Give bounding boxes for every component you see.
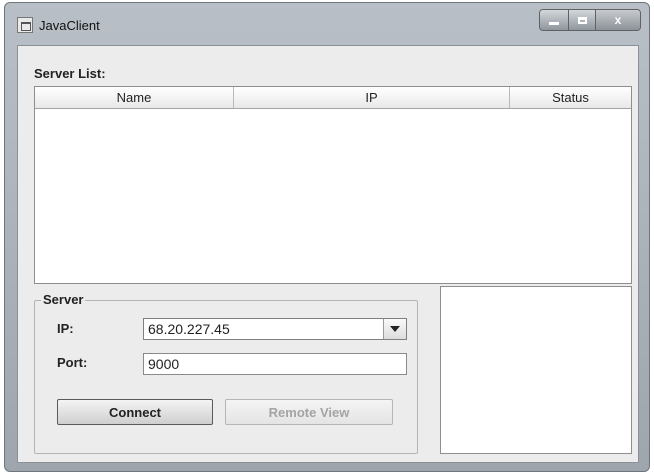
server-table[interactable]: Name IP Status [34, 86, 632, 284]
column-header-status[interactable]: Status [510, 87, 631, 108]
ip-value[interactable]: 68.20.227.45 [144, 321, 383, 337]
app-icon [17, 17, 33, 33]
chevron-down-icon [390, 326, 400, 332]
minimize-icon [549, 21, 559, 25]
remote-view-button[interactable]: Remote View [225, 399, 393, 425]
ip-dropdown-button[interactable] [383, 319, 406, 339]
close-icon: x [614, 13, 622, 27]
port-field[interactable]: 9000 [143, 353, 407, 375]
window-title: JavaClient [39, 18, 100, 33]
maximize-icon [577, 16, 587, 24]
connect-button[interactable]: Connect [57, 399, 213, 425]
ip-label: IP: [57, 321, 74, 336]
close-button[interactable]: x [596, 10, 640, 30]
server-groupbox: Server IP: 68.20.227.45 Port: 9000 Conne… [34, 292, 418, 454]
preview-panel [440, 286, 632, 454]
column-header-name[interactable]: Name [35, 87, 234, 108]
port-label: Port: [57, 355, 88, 370]
column-header-ip[interactable]: IP [234, 87, 510, 108]
client-area: Server List: Name IP Status Server IP: 6… [17, 45, 639, 463]
maximize-button[interactable] [569, 10, 596, 30]
ip-combobox[interactable]: 68.20.227.45 [143, 318, 407, 340]
title-bar[interactable]: JavaClient x [5, 3, 649, 43]
minimize-button[interactable] [540, 10, 569, 30]
app-window: JavaClient x Server List: Name IP Status… [4, 2, 650, 472]
server-list-label: Server List: [34, 66, 106, 81]
table-header: Name IP Status [35, 87, 631, 109]
window-controls: x [539, 9, 641, 31]
server-group-legend: Server [41, 292, 86, 307]
